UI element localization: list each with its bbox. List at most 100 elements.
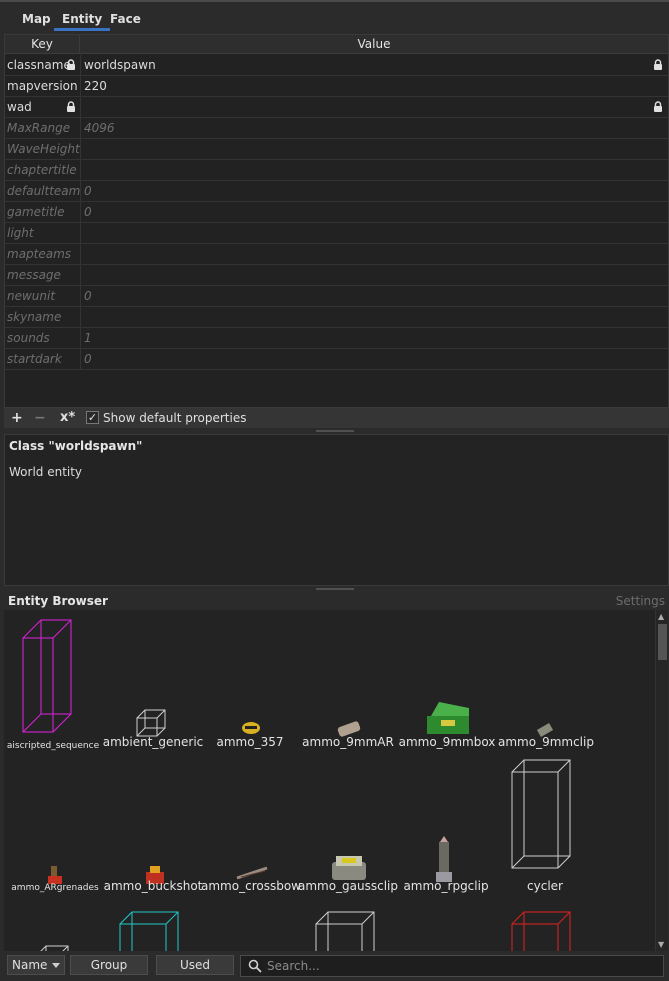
entity-thumbnail[interactable]: ammo_crossbow xyxy=(201,866,301,893)
property-row[interactable]: light xyxy=(5,223,668,244)
property-key[interactable]: MaxRange xyxy=(7,118,80,138)
entity-thumbnail[interactable]: ammo_9mmbox xyxy=(399,702,496,749)
property-row[interactable]: skyname xyxy=(5,307,668,328)
key-column-header[interactable]: Key xyxy=(5,35,80,54)
sort-order-value: Name xyxy=(12,958,48,972)
entity-thumbnail[interactable]: ammo_9mmclip xyxy=(498,723,594,749)
entity-thumbnail[interactable]: ammo_buckshot xyxy=(104,866,203,893)
property-value[interactable]: 1 xyxy=(84,328,648,348)
property-row[interactable]: WaveHeight xyxy=(5,139,668,160)
show-default-properties-checkbox[interactable]: ✓ xyxy=(86,411,99,424)
entity-thumbnail[interactable] xyxy=(315,911,375,951)
lock-icon xyxy=(653,101,663,113)
property-row[interactable]: classname worldspawn xyxy=(5,55,668,76)
entity-thumbnail[interactable] xyxy=(119,911,179,951)
property-value[interactable]: 220 xyxy=(84,76,648,96)
entity-box-icon xyxy=(22,619,72,733)
search-icon xyxy=(248,959,262,973)
entity-thumbnail[interactable]: ammo_9mmAR xyxy=(302,721,394,749)
property-key[interactable]: defaultteam xyxy=(7,181,80,201)
property-row[interactable]: newunit 0 xyxy=(5,286,668,307)
scroll-down-icon[interactable]: ▼ xyxy=(658,940,664,949)
property-key[interactable]: sounds xyxy=(7,328,80,348)
property-key[interactable]: newunit xyxy=(7,286,80,306)
property-value[interactable] xyxy=(84,244,648,264)
property-row[interactable]: message xyxy=(5,265,668,286)
entity-name-label: ammo_buckshot xyxy=(104,879,203,893)
sort-order-select[interactable]: Name xyxy=(7,955,65,975)
column-divider xyxy=(80,244,81,265)
tab-map[interactable]: Map xyxy=(14,11,59,31)
property-value[interactable]: worldspawn xyxy=(84,55,648,75)
lock-icon xyxy=(66,101,76,113)
property-row[interactable]: gametitle 0 xyxy=(5,202,668,223)
remove-property-button[interactable]: − xyxy=(34,408,46,428)
property-value[interactable]: 0 xyxy=(84,202,648,222)
class-title: Class "worldspawn" xyxy=(9,439,143,453)
column-divider xyxy=(80,97,81,118)
entity-thumbnail[interactable]: ammo_ARgrenades xyxy=(11,866,99,893)
entity-browser-settings-link[interactable]: Settings xyxy=(616,594,665,608)
property-row[interactable]: sounds 1 xyxy=(5,328,668,349)
used-button[interactable]: Used xyxy=(156,955,234,975)
property-key[interactable]: mapversion xyxy=(7,76,80,96)
property-value[interactable] xyxy=(84,223,648,243)
search-input[interactable] xyxy=(267,958,647,974)
show-default-properties-label[interactable]: Show default properties xyxy=(103,408,246,428)
entity-box-icon xyxy=(119,911,179,951)
property-row[interactable]: wad xyxy=(5,97,668,118)
property-value[interactable] xyxy=(84,97,648,117)
entity-name-label: ammo_ARgrenades xyxy=(11,883,99,893)
property-key[interactable]: WaveHeight xyxy=(7,139,80,159)
property-key[interactable]: light xyxy=(7,223,80,243)
property-key[interactable]: mapteams xyxy=(7,244,80,264)
property-row[interactable]: chaptertitle xyxy=(5,160,668,181)
property-value[interactable] xyxy=(84,265,648,285)
scrollbar-thumb[interactable] xyxy=(658,624,667,660)
value-column-header[interactable]: Value xyxy=(80,35,668,54)
property-value[interactable]: 0 xyxy=(84,286,648,306)
entity-thumbnail[interactable]: aiscripted_sequence xyxy=(7,619,100,751)
search-box[interactable] xyxy=(240,955,664,977)
property-value[interactable]: 4096 xyxy=(84,118,648,138)
entity-thumbnail[interactable]: ammo_gaussclip xyxy=(298,856,398,893)
entity-thumbnail[interactable]: ambient_generic xyxy=(103,709,204,749)
property-key[interactable]: gametitle xyxy=(7,202,80,222)
property-value[interactable] xyxy=(84,139,648,159)
tab-face[interactable]: Face xyxy=(102,11,149,31)
property-row[interactable]: startdark 0 xyxy=(5,349,668,370)
entity-model-icon xyxy=(332,856,366,880)
property-row[interactable]: mapteams xyxy=(5,244,668,265)
property-value[interactable] xyxy=(84,160,648,180)
clear-property-button[interactable]: x* xyxy=(60,408,75,428)
column-divider xyxy=(80,55,81,76)
property-key[interactable]: message xyxy=(7,265,80,285)
add-property-button[interactable]: + xyxy=(11,408,23,428)
entity-browser-scrollbar[interactable]: ▲ ▼ xyxy=(655,610,668,951)
lock-icon xyxy=(66,59,76,71)
property-key[interactable]: startdark xyxy=(7,349,80,369)
property-value[interactable] xyxy=(84,307,648,327)
property-value[interactable]: 0 xyxy=(84,181,648,201)
entity-thumbnail[interactable]: ammo_357 xyxy=(217,722,284,749)
entity-thumbnail[interactable]: ammo_rpgclip xyxy=(403,836,489,893)
entity-model-icon xyxy=(436,836,452,882)
property-table-header: Key Value xyxy=(5,35,668,54)
property-key[interactable]: skyname xyxy=(7,307,80,327)
column-divider xyxy=(80,286,81,307)
entity-thumbnail[interactable]: cycler xyxy=(511,759,571,893)
property-key[interactable]: chaptertitle xyxy=(7,160,80,180)
chevron-down-icon xyxy=(52,963,60,968)
inspector-tab-bar: Map Entity Face xyxy=(0,0,669,34)
property-toolbar: + − x* ✓ Show default properties xyxy=(4,408,669,428)
group-button[interactable]: Group xyxy=(70,955,148,975)
property-row[interactable]: defaultteam 0 xyxy=(5,181,668,202)
entity-box-icon xyxy=(315,911,375,951)
entity-name-label: ammo_9mmclip xyxy=(498,735,594,749)
property-row[interactable]: MaxRange 4096 xyxy=(5,118,668,139)
entity-thumbnail[interactable] xyxy=(511,911,571,951)
scroll-up-icon[interactable]: ▲ xyxy=(658,612,664,621)
entity-box-icon xyxy=(511,911,571,951)
property-value[interactable]: 0 xyxy=(84,349,648,369)
property-row[interactable]: mapversion 220 xyxy=(5,76,668,97)
